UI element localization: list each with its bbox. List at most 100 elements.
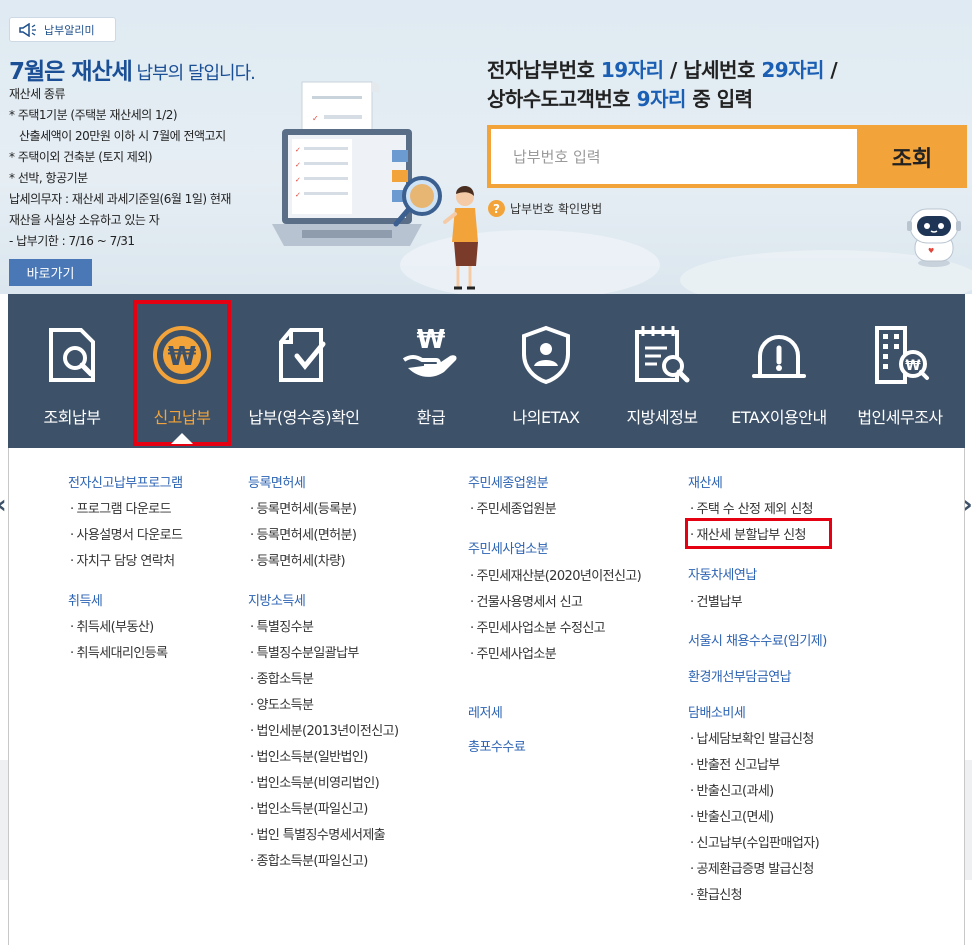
nav-item-etax-guide[interactable]: ETAX이용안내 bbox=[721, 294, 837, 448]
menu-item[interactable]: 환급신청 bbox=[690, 884, 743, 903]
menu-item[interactable]: 등록면허세(등록분) bbox=[250, 498, 357, 517]
nav-item-corporate-audit[interactable]: ₩ 법인세무조사 bbox=[836, 294, 964, 448]
menu-category[interactable]: 총포수수료 bbox=[468, 736, 526, 755]
goto-button[interactable]: 바로가기 bbox=[9, 259, 92, 286]
info-line: 납세의무자 : 재산세 과세기준일(6월 1일) 현재 bbox=[9, 192, 231, 206]
lookup-title-text: 중 입력 bbox=[685, 87, 753, 111]
banner-info: 재산세 종류 * 주택1기분 (주택분 재산세의 1/2) 산출세액이 20만원… bbox=[9, 84, 231, 252]
svg-text:✓: ✓ bbox=[295, 191, 301, 199]
nav-item-lookup-pay[interactable]: 조회납부 bbox=[14, 294, 130, 448]
info-line: * 주택1기분 (주택분 재산세의 1/2) bbox=[9, 108, 178, 122]
lookup-button[interactable]: 조회 bbox=[857, 129, 967, 184]
info-line: 재산을 사실상 소유하고 있는 자 bbox=[9, 213, 160, 227]
notice-badge-label: 납부알리미 bbox=[44, 23, 95, 37]
nav-label: 법인세무조사 bbox=[857, 408, 943, 427]
building-won-icon: ₩ bbox=[875, 326, 929, 384]
menu-item[interactable]: 주민세재산분(2020년이전신고) bbox=[470, 565, 642, 584]
headline-main: 7월은 재산세 bbox=[9, 59, 133, 85]
menu-item[interactable]: 등록면허세(차량) bbox=[250, 550, 346, 569]
robot-mascot-icon[interactable]: ♥ bbox=[905, 205, 963, 269]
menu-item[interactable]: 주민세사업소분 bbox=[470, 643, 557, 662]
info-search-icon bbox=[635, 326, 690, 383]
nav-label: 납부(영수증)확인 bbox=[248, 408, 360, 427]
menu-item[interactable]: 취득세대리인등록 bbox=[70, 642, 168, 661]
menu-item[interactable]: 특별징수분 bbox=[250, 616, 314, 635]
menu-item[interactable]: 자치구 담당 연락처 bbox=[70, 550, 176, 569]
menu-item[interactable]: 공제환급증명 발급신청 bbox=[690, 858, 815, 877]
menu-category[interactable]: 환경개선부담금연납 bbox=[688, 666, 792, 685]
menu-category[interactable]: 전자신고납부프로그램 bbox=[68, 472, 183, 491]
lookup-title-highlight: 9자리 bbox=[636, 87, 687, 111]
menu-item[interactable]: 양도소득분 bbox=[250, 694, 314, 713]
menu-item[interactable]: 등록면허세(면허분) bbox=[250, 524, 357, 543]
menu-item-property-tax-installment[interactable]: 재산세 분할납부 신청 bbox=[690, 524, 807, 543]
menu-category[interactable]: 레저세 bbox=[468, 702, 503, 721]
menu-item[interactable]: 주택 수 산정 제외 신청 bbox=[690, 498, 814, 517]
svg-text:₩: ₩ bbox=[168, 342, 197, 372]
won-hand-icon: ₩ bbox=[402, 325, 457, 377]
menu-category[interactable]: 주민세사업소분 bbox=[468, 538, 549, 557]
menu-item[interactable]: 반출전 신고납부 bbox=[690, 754, 781, 773]
menu-item[interactable]: 종합소득분(파일신고) bbox=[250, 850, 369, 869]
menu-category[interactable]: 자동차세연납 bbox=[688, 564, 757, 583]
nav-item-local-tax-info[interactable]: 지방세정보 bbox=[604, 294, 720, 448]
menu-item[interactable]: 법인세분(2013년이전신고) bbox=[250, 720, 399, 739]
nav-label: 나의ETAX bbox=[512, 408, 581, 427]
nav-label: 조회납부 bbox=[43, 408, 101, 427]
menu-item[interactable]: 반출신고(면세) bbox=[690, 806, 775, 825]
menu-item[interactable]: 납세담보확인 발급신청 bbox=[690, 728, 815, 747]
check-document-icon bbox=[279, 328, 326, 382]
menu-category[interactable]: 담배소비세 bbox=[688, 702, 746, 721]
lookup-title-line1: 전자납부번호 19자리 / 납세번호 29자리 / bbox=[487, 56, 838, 85]
svg-text:✓: ✓ bbox=[312, 114, 319, 123]
menu-item[interactable]: 법인 특별징수명세서제출 bbox=[250, 824, 386, 843]
notice-badge[interactable]: 납부알리미 bbox=[9, 17, 116, 42]
lookup-title-text: 상하수도고객번호 bbox=[487, 87, 637, 111]
info-line: 재산세 종류 bbox=[9, 87, 66, 101]
lookup-title-text: 전자납부번호 bbox=[487, 58, 601, 82]
menu-item[interactable]: 취득세(부동산) bbox=[70, 616, 155, 635]
menu-category[interactable]: 재산세 bbox=[688, 472, 723, 491]
nav-item-report-pay[interactable]: ₩ 신고납부 bbox=[124, 294, 240, 448]
help-link-label: 납부번호 확인방법 bbox=[510, 202, 603, 216]
menu-item[interactable]: 법인소득분(일반법인) bbox=[250, 746, 369, 765]
info-line: * 주택이외 건축분 (토지 제외) bbox=[9, 150, 153, 164]
help-link[interactable]: ? 납부번호 확인방법 bbox=[488, 200, 602, 217]
lookup-title-text: / bbox=[823, 58, 838, 82]
nav-item-my-etax[interactable]: 나의ETAX bbox=[488, 294, 604, 448]
menu-item[interactable]: 사용설명서 다운로드 bbox=[70, 524, 183, 543]
search-document-icon bbox=[49, 328, 95, 382]
menu-category[interactable]: 서울시 채용수수료(임기제) bbox=[688, 630, 827, 649]
menu-item[interactable]: 신고납부(수입판매업자) bbox=[690, 832, 820, 851]
menu-category[interactable]: 등록면허세 bbox=[248, 472, 306, 491]
menu-item[interactable]: 주민세종업원분 bbox=[470, 498, 557, 517]
info-line: * 선박, 항공기분 bbox=[9, 171, 88, 185]
menu-item[interactable]: 특별징수분일괄납부 bbox=[250, 642, 360, 661]
menu-item[interactable]: 건물사용명세서 신고 bbox=[470, 591, 583, 610]
svg-text:✓: ✓ bbox=[295, 176, 301, 184]
nav-item-refund[interactable]: ₩ 환급 bbox=[373, 294, 489, 448]
alarm-light-icon bbox=[752, 335, 806, 378]
menu-category[interactable]: 취득세 bbox=[68, 590, 103, 609]
menu-item[interactable]: 프로그램 다운로드 bbox=[70, 498, 172, 517]
won-coin-icon: ₩ bbox=[153, 326, 211, 384]
payment-number-input[interactable] bbox=[491, 129, 857, 184]
user-shield-icon bbox=[522, 325, 570, 385]
active-nav-pointer bbox=[171, 433, 193, 444]
nav-label: ETAX이용안내 bbox=[731, 408, 827, 427]
menu-item[interactable]: 주민세사업소분 수정신고 bbox=[470, 617, 606, 636]
svg-text:₩: ₩ bbox=[417, 325, 446, 355]
menu-item[interactable]: 법인소득분(비영리법인) bbox=[250, 772, 380, 791]
menu-item[interactable]: 종합소득분 bbox=[250, 668, 314, 687]
menu-item[interactable]: 법인소득분(파일신고) bbox=[250, 798, 369, 817]
submenu-panel: 전자신고납부프로그램 프로그램 다운로드 사용설명서 다운로드 자치구 담당 연… bbox=[8, 448, 965, 945]
chevron-left-icon[interactable]: ‹ bbox=[0, 490, 7, 520]
menu-category[interactable]: 주민세종업원분 bbox=[468, 472, 549, 491]
nav-item-receipt-check[interactable]: 납부(영수증)확인 bbox=[234, 294, 374, 448]
menu-item[interactable]: 건별납부 bbox=[690, 591, 743, 610]
lookup-title-highlight: 19자리 bbox=[600, 58, 664, 82]
menu-category[interactable]: 지방소득세 bbox=[248, 590, 306, 609]
side-background bbox=[965, 760, 972, 880]
lookup-title-highlight: 29자리 bbox=[761, 58, 824, 82]
menu-item[interactable]: 반출신고(과세) bbox=[690, 780, 775, 799]
